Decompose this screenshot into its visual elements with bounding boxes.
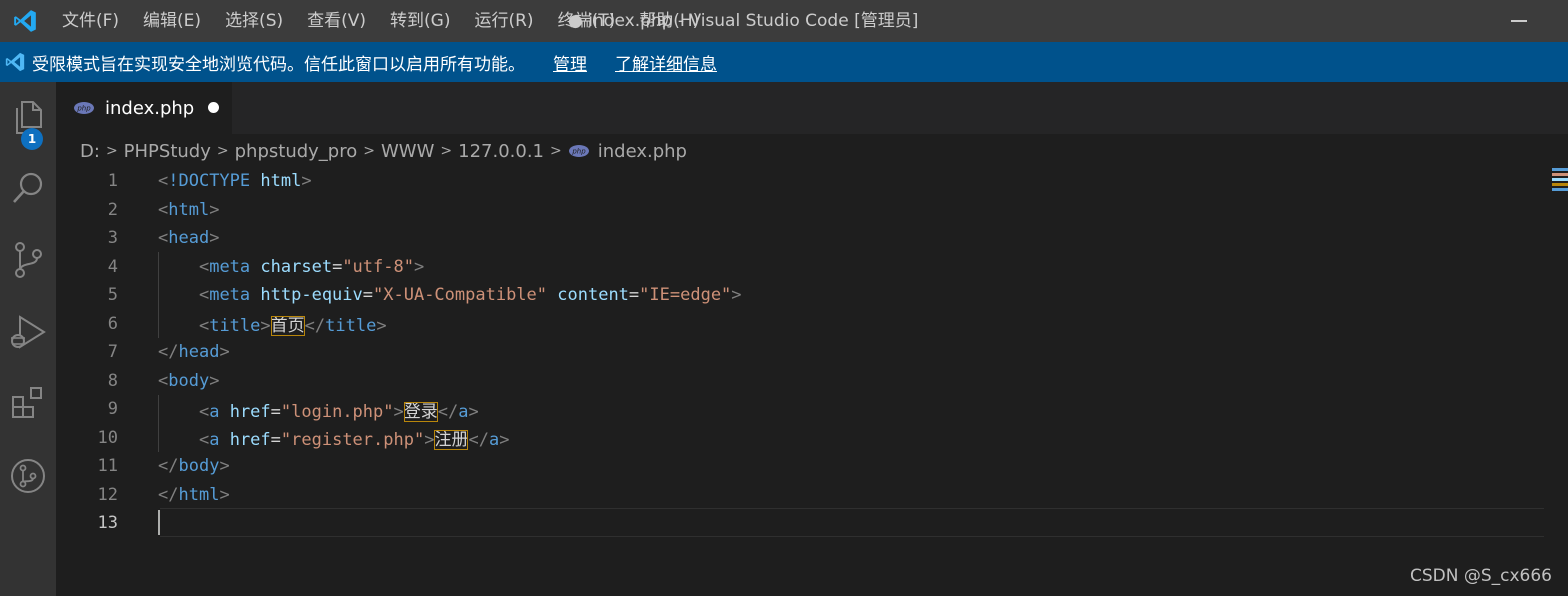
chevron-right-icon: > [105, 143, 118, 159]
line-number: 9 [107, 399, 118, 420]
minimize-button[interactable] [1506, 0, 1532, 42]
code-line: 10 <a href="register.php">注册</a> [56, 424, 1546, 453]
remote-icon [11, 459, 45, 493]
line-content: <meta charset="utf-8"> [198, 256, 425, 277]
source-control-icon [15, 242, 42, 278]
source-control-button[interactable] [0, 232, 56, 288]
tab-index-php[interactable]: php index.php [56, 82, 232, 134]
chevron-right-icon: > [216, 143, 229, 159]
line-number: 12 [97, 484, 118, 505]
breadcrumb-item[interactable]: index.php [598, 141, 687, 162]
breadcrumb-item[interactable]: WWW [381, 141, 434, 162]
menu-terminal[interactable]: 终端(T) [546, 0, 628, 42]
line-number: 11 [97, 456, 118, 477]
explorer-badge: 1 [21, 128, 43, 150]
title-bar: 文件(F) 编辑(E) 选择(S) 查看(V) 转到(G) 运行(R) 终端(T… [0, 0, 1568, 42]
php-file-icon: php [74, 102, 94, 114]
activity-bar: 1 [0, 82, 56, 596]
search-icon [13, 172, 43, 203]
chevron-right-icon: > [363, 143, 375, 159]
restricted-mode-banner: 受限模式旨在实现安全地浏览代码。信任此窗口以启用所有功能。 管理 了解详细信息 [0, 42, 1568, 82]
remote-button[interactable] [0, 448, 56, 504]
banner-learn-more-link[interactable]: 了解详细信息 [615, 50, 717, 75]
breadcrumb-item[interactable]: 127.0.0.1 [458, 141, 544, 162]
php-file-icon: php [568, 145, 589, 157]
line-content: </body> [158, 456, 230, 477]
overview-ruler[interactable] [1552, 168, 1568, 194]
line-content: <html> [158, 199, 220, 220]
line-number: 6 [107, 313, 118, 334]
menu-file[interactable]: 文件(F) [50, 0, 131, 42]
run-debug-button[interactable] [0, 304, 56, 360]
banner-manage-link[interactable]: 管理 [553, 50, 587, 75]
menu-run[interactable]: 运行(R) [462, 0, 545, 42]
extensions-icon [12, 387, 42, 418]
search-button[interactable] [0, 160, 56, 216]
line-content: <meta http-equiv="X-UA-Compatible" conte… [198, 285, 742, 306]
chevron-right-icon: > [440, 143, 453, 159]
line-number: 2 [107, 199, 118, 220]
line-number: 13 [97, 513, 118, 534]
line-content: <!DOCTYPE html> [158, 171, 312, 192]
line-number: 8 [107, 370, 118, 391]
code-line: 7 </head> [56, 338, 1546, 367]
svg-text:php: php [571, 148, 586, 156]
line-content: <head> [158, 228, 220, 249]
watermark: CSDN @S_cx666 [1409, 566, 1552, 586]
unsaved-dot-icon[interactable] [208, 102, 219, 113]
menu-view[interactable]: 查看(V) [295, 0, 378, 42]
code-line: 9 <a href="login.php">登录</a> [56, 395, 1546, 424]
menu-help[interactable]: 帮助(H) [627, 0, 711, 42]
extensions-button[interactable] [0, 376, 56, 432]
svg-text:php: php [76, 105, 91, 113]
line-content: <a href="login.php">登录</a> [198, 401, 479, 422]
menu-selection[interactable]: 选择(S) [213, 0, 295, 42]
banner-message: 受限模式旨在实现安全地浏览代码。信任此窗口以启用所有功能。 [32, 54, 525, 75]
line-content: </head> [158, 342, 230, 363]
explorer-button[interactable]: 1 [0, 90, 56, 150]
text-cursor [158, 510, 160, 535]
editor-tab-bar: php index.php [56, 82, 1568, 134]
code-line: 2 <html> [56, 196, 1546, 225]
tab-label: index.php [105, 97, 195, 119]
breadcrumb-item[interactable]: PHPStudy [124, 141, 211, 162]
line-content: <a href="register.php">注册</a> [198, 430, 510, 451]
code-line: 6 <title>首页</title> [56, 310, 1546, 339]
line-content: </html> [158, 484, 230, 505]
minimize-icon [1511, 20, 1527, 22]
breadcrumb-item[interactable]: D: [80, 141, 100, 162]
code-line: 12 </html> [56, 481, 1546, 510]
line-number: 3 [107, 228, 118, 249]
code-line: 1 <!DOCTYPE html> [56, 167, 1546, 196]
code-line: 4 <meta charset="utf-8"> [56, 253, 1546, 282]
code-line: 11 </body> [56, 452, 1546, 481]
menu-edit[interactable]: 编辑(E) [131, 0, 213, 42]
line-number: 4 [107, 256, 118, 277]
code-editor[interactable]: 1 <!DOCTYPE html> 2 <html> 3 <head> 4 <m… [56, 167, 1546, 596]
line-number: 5 [107, 285, 118, 306]
vscode-logo-icon [1, 42, 29, 82]
vscode-logo-icon[interactable] [0, 0, 50, 42]
menu-bar: 文件(F) 编辑(E) 选择(S) 查看(V) 转到(G) 运行(R) 终端(T… [50, 0, 711, 42]
run-debug-icon [11, 315, 46, 349]
line-content: <title>首页</title> [198, 316, 387, 337]
code-line: 8 <body> [56, 367, 1546, 396]
line-content: <body> [158, 370, 220, 391]
breadcrumb: D: > PHPStudy > phpstudy_pro > WWW > 127… [80, 137, 687, 165]
code-line-current: 13 [56, 509, 1546, 538]
line-number: 7 [107, 342, 118, 363]
chevron-right-icon: > [550, 143, 562, 159]
code-line: 3 <head> [56, 224, 1546, 253]
code-line: 5 <meta http-equiv="X-UA-Compatible" con… [56, 281, 1546, 310]
menu-go[interactable]: 转到(G) [378, 0, 462, 42]
line-number: 10 [97, 427, 118, 448]
breadcrumb-item[interactable]: phpstudy_pro [235, 141, 358, 162]
line-number: 1 [107, 171, 118, 192]
